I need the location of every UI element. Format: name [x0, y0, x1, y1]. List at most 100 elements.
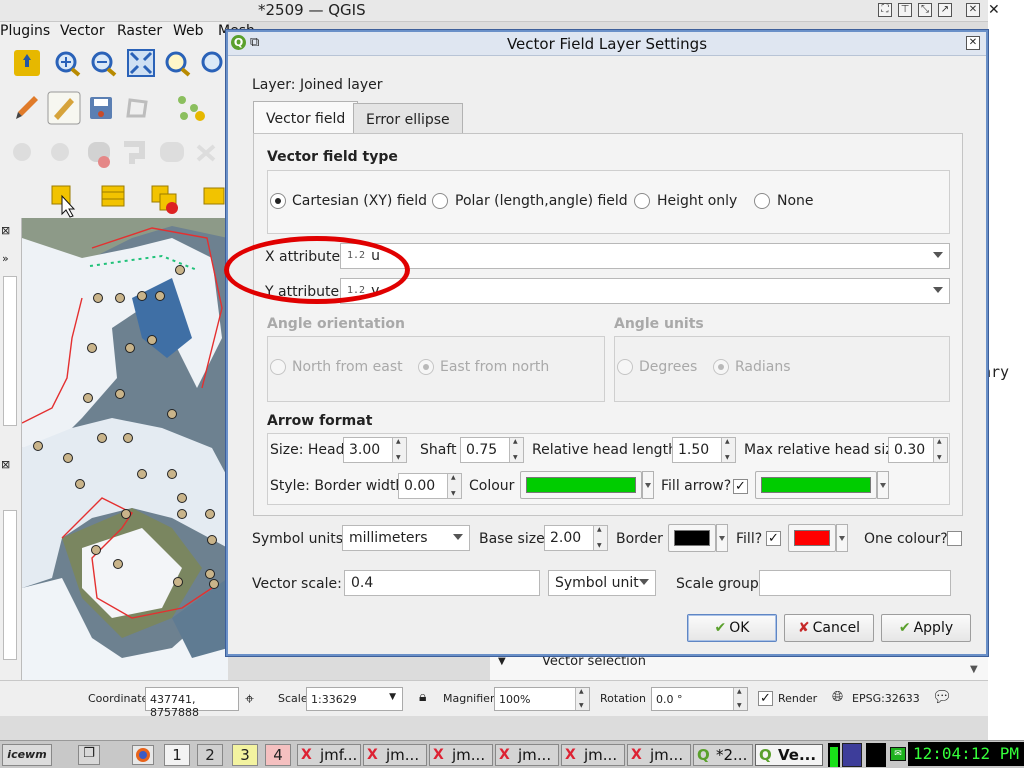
task-jmf[interactable]: Xjmf... — [297, 744, 361, 766]
fill-colour-button[interactable] — [755, 471, 877, 499]
close-icon[interactable]: ✕ — [966, 36, 980, 50]
workspace-1[interactable]: 1 — [164, 744, 190, 766]
radio-east-from-north[interactable] — [418, 359, 434, 375]
add-polygon-icon[interactable] — [126, 98, 148, 118]
dock-scrollbar[interactable] — [3, 276, 17, 426]
cancel-button[interactable]: ✘ Cancel — [784, 614, 874, 642]
task-jm-4[interactable]: Xjm... — [561, 744, 625, 766]
menu-plugins[interactable]: Plugins — [0, 23, 50, 39]
spin-buttons[interactable] — [447, 474, 461, 498]
tab-vector-field[interactable]: Vector field — [253, 101, 359, 134]
symbol-fill-colour-button[interactable] — [788, 524, 836, 552]
map-canvas[interactable] — [22, 218, 228, 680]
radio-degrees[interactable] — [617, 359, 633, 375]
border-colour-dropdown[interactable] — [716, 524, 728, 552]
task-jm-1[interactable]: Xjm... — [363, 744, 427, 766]
border-colour-button[interactable] — [668, 524, 716, 552]
crs-button[interactable]: EPSG:32633 — [852, 692, 920, 705]
shaft-spinbox[interactable]: 0.75 — [460, 437, 524, 463]
show-desktop-icon[interactable]: ❐ — [78, 745, 100, 765]
task-vector-field-dialog[interactable]: Q Ve... — [755, 744, 823, 766]
menu-vector[interactable]: Vector — [60, 23, 105, 39]
radio-radians[interactable] — [713, 359, 729, 375]
mail-icon[interactable]: ✉ — [890, 747, 906, 761]
radio-height-only[interactable] — [634, 193, 650, 209]
identify-icon[interactable] — [203, 187, 225, 205]
symbol-fill-colour-dropdown[interactable] — [836, 524, 848, 552]
radio-polar[interactable] — [432, 193, 448, 209]
zoom-in-icon[interactable] — [55, 51, 81, 77]
vector-scale-input[interactable]: 0.4 — [344, 570, 540, 596]
spin-buttons[interactable] — [392, 438, 406, 462]
spin-buttons[interactable] — [509, 438, 523, 462]
menu-raster[interactable]: Raster — [117, 23, 162, 39]
apply-button[interactable]: ✔ Apply — [881, 614, 971, 642]
spin-buttons[interactable] — [593, 526, 607, 550]
arrow-colour-dropdown[interactable] — [642, 471, 654, 499]
pin-icon[interactable]: ⊤ — [898, 3, 912, 17]
rotation-spin-buttons[interactable] — [733, 688, 747, 710]
select-features-icon[interactable] — [51, 185, 76, 218]
base-size-spinbox[interactable]: 2.00 — [544, 525, 608, 551]
restore-icon[interactable]: ⤡ — [918, 3, 932, 17]
scroll-down-icon[interactable]: ▼ — [970, 664, 978, 675]
scale-group-input[interactable] — [759, 570, 951, 596]
attribute-table-icon[interactable] — [101, 185, 125, 207]
task-jm-2[interactable]: Xjm... — [429, 744, 493, 766]
one-colour-checkbox[interactable] — [947, 531, 962, 546]
layer-item-vector-selection[interactable]: Vector selection — [542, 654, 646, 669]
relative-head-length-spinbox[interactable]: 1.50 — [672, 437, 736, 463]
tab-error-ellipse[interactable]: Error ellipse — [353, 103, 463, 133]
task-jm-5[interactable]: Xjm... — [627, 744, 691, 766]
messages-icon[interactable]: 💬︎ — [932, 687, 952, 706]
expand-arrow-icon[interactable]: ▼ — [498, 656, 506, 667]
y-attribute-combo[interactable]: 1.2 v — [340, 278, 950, 304]
workspace-4[interactable]: 4 — [265, 744, 291, 766]
pan-icon[interactable] — [14, 50, 40, 76]
symbol-units-combo[interactable]: millimeters — [342, 525, 470, 551]
fill-arrow-checkbox[interactable]: ✓ — [733, 479, 748, 494]
dock2-close-icon[interactable]: ⊠ — [1, 458, 10, 471]
crs-globe-icon[interactable]: 🌐︎ — [832, 689, 843, 705]
size-head-spinbox[interactable]: 3.00 — [343, 437, 407, 463]
dock-close-icon[interactable]: ⊠ — [1, 224, 10, 237]
deselect-icon[interactable] — [151, 185, 178, 214]
zoom-selection-icon[interactable] — [165, 51, 191, 77]
spin-buttons[interactable] — [933, 438, 947, 462]
zoom-out-icon[interactable] — [91, 51, 117, 77]
scale-unit-combo[interactable]: Symbol unit — [548, 570, 656, 596]
spin-buttons[interactable] — [721, 438, 735, 462]
x-attribute-combo[interactable]: 1.2 u — [340, 243, 950, 269]
maximize-icon[interactable]: ↗ — [938, 3, 952, 17]
rotation-spinbox[interactable]: 0.0 ° — [651, 687, 748, 711]
edit-pencil-icon[interactable] — [16, 96, 38, 119]
task-jm-3[interactable]: Xjm... — [495, 744, 559, 766]
radio-north-from-east[interactable] — [270, 359, 286, 375]
close-icon[interactable]: ✕ — [966, 3, 980, 17]
window-menu-icon[interactable]: ⛶ — [878, 3, 892, 17]
clock[interactable]: 12:04:12 PM — [908, 742, 1024, 766]
save-edits-icon[interactable] — [90, 97, 112, 119]
zoom-full-icon[interactable] — [127, 49, 155, 77]
task-qgis[interactable]: Q *2... — [693, 744, 753, 766]
firefox-icon[interactable] — [132, 745, 154, 765]
toggle-edit-icon[interactable] — [47, 91, 81, 125]
lock-icon[interactable]: 🔒︎ — [419, 689, 426, 705]
start-button[interactable]: icewm — [2, 744, 52, 766]
coordinate-field[interactable]: 437741, 8757888 — [145, 687, 239, 719]
mouse-toggle-icon[interactable]: ⌖ — [245, 689, 254, 709]
radio-none[interactable] — [754, 193, 770, 209]
dock-more-icon[interactable]: » — [2, 252, 9, 265]
fill-colour-dropdown[interactable] — [877, 471, 889, 499]
zoom-layer-icon[interactable] — [201, 51, 223, 73]
border-width-spinbox[interactable]: 0.00 — [398, 473, 462, 499]
vertex-tool-icon[interactable] — [178, 96, 205, 121]
scale-dropdown-icon[interactable]: ▼ — [389, 692, 396, 702]
max-relative-head-size-spinbox[interactable]: 0.30 — [888, 437, 948, 463]
fill-checkbox[interactable]: ✓ — [766, 531, 781, 546]
bg-close-icon[interactable]: ✕ — [988, 2, 1000, 18]
menu-web[interactable]: Web — [173, 23, 204, 39]
arrow-colour-button[interactable] — [520, 471, 642, 499]
magnifier-spinbox[interactable]: 100% — [494, 687, 590, 711]
workspace-3[interactable]: 3 — [232, 744, 258, 766]
